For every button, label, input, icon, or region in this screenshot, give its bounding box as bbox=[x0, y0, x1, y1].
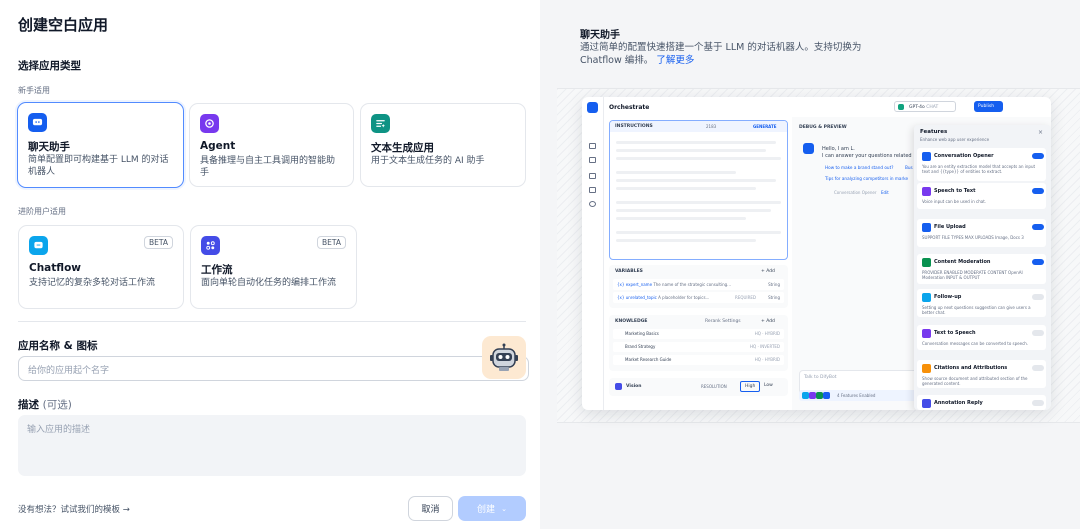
preview-mockup: Orchestrate GPT-4o CHAT Publish INSTRUCT… bbox=[582, 97, 1051, 410]
openai-icon bbox=[898, 104, 904, 110]
card-desc: 用于文本生成任务的 AI 助手 bbox=[371, 156, 485, 166]
app-type-card-chatbot[interactable]: 聊天助手 简单配置即可构建基于 LLM 的对话机器人 bbox=[17, 102, 184, 188]
card-name: 聊天助手 bbox=[28, 141, 70, 153]
card-name: 工作流 bbox=[201, 264, 233, 276]
chatflow-icon bbox=[29, 236, 48, 255]
mock-sidebar bbox=[582, 97, 604, 410]
preview-desc: 通过简单的配置快速搭建一个基于 LLM 的对话机器人。支持切换为 Chatflo… bbox=[580, 42, 862, 66]
nav-icon bbox=[589, 143, 596, 149]
mock-variables-label: VARIABLES bbox=[615, 269, 643, 274]
app-type-card-chatflow[interactable]: BETA Chatflow 支持记忆的复杂多轮对话工作流 bbox=[18, 225, 184, 309]
app-type-card-agent[interactable]: Agent 具备推理与自主工具调用的智能助手 bbox=[189, 103, 354, 187]
app-type-card-workflow[interactable]: BETA 工作流 面向单轮自动化任务的编排工作流 bbox=[190, 225, 357, 309]
nav-icon bbox=[589, 187, 596, 193]
mock-features-panel: Features Enhance web app user experience… bbox=[914, 125, 1051, 410]
mock-knowledge: KNOWLEDGE Rerank Settings + Add Marketin… bbox=[609, 315, 788, 371]
mock-add: + Add bbox=[761, 269, 775, 274]
learn-more-link[interactable]: 了解更多 bbox=[656, 55, 694, 66]
preview-title: 聊天助手 bbox=[580, 30, 620, 41]
app-type-card-text-generator[interactable]: 文本生成应用 用于文本生成任务的 AI 助手 bbox=[360, 103, 526, 187]
create-app-form: 创建空白应用 选择应用类型 新手适用 聊天助手 简单配置即可构建基于 LLM 的… bbox=[0, 0, 540, 529]
card-desc: 简单配置即可构建基于 LLM 的对话机器人 bbox=[28, 155, 169, 177]
mock-count: 2183 bbox=[706, 124, 717, 129]
mock-generate: GENERATE bbox=[753, 124, 777, 129]
name-icon-label: 应用名称 & 图标 bbox=[18, 340, 98, 352]
app-desc-textarea[interactable]: 输入应用的描述 bbox=[18, 415, 526, 476]
app-desc-placeholder: 输入应用的描述 bbox=[27, 425, 91, 435]
template-link[interactable]: 没有想法？试试我们的模板 → bbox=[18, 503, 130, 515]
nav-icon bbox=[589, 157, 596, 163]
app-type-label: 选择应用类型 bbox=[18, 60, 81, 72]
robot-icon bbox=[490, 343, 518, 371]
mock-instructions: INSTRUCTIONS 2183 GENERATE bbox=[609, 120, 788, 260]
agent-icon bbox=[200, 114, 219, 133]
card-name: Agent bbox=[200, 140, 236, 152]
card-desc: 支持记忆的复杂多轮对话工作流 bbox=[29, 278, 156, 288]
mock-add: + Add bbox=[761, 319, 775, 324]
beta-badge: BETA bbox=[143, 236, 173, 249]
advanced-label: 进阶用户适用 bbox=[18, 207, 66, 216]
desc-label: 描述 (可选) bbox=[18, 399, 72, 411]
mock-instructions-label: INSTRUCTIONS bbox=[615, 124, 653, 129]
mock-model-select: GPT-4o CHAT bbox=[894, 101, 956, 112]
card-desc: 具备推理与自主工具调用的智能助手 bbox=[200, 156, 336, 178]
card-name: Chatflow bbox=[29, 262, 81, 274]
cancel-button[interactable]: 取消 bbox=[408, 496, 453, 521]
page-title: 创建空白应用 bbox=[18, 16, 109, 34]
create-label: 创建 bbox=[477, 505, 496, 515]
mock-orchestrate: Orchestrate bbox=[609, 104, 650, 111]
app-name-input[interactable]: 给你的应用起个名字 bbox=[18, 356, 529, 381]
app-icon-picker[interactable] bbox=[482, 336, 526, 379]
card-name: 文本生成应用 bbox=[371, 142, 434, 154]
chat-bubble-icon bbox=[28, 113, 47, 132]
beginner-label: 新手适用 bbox=[18, 86, 50, 95]
mock-publish-button: Publish bbox=[974, 101, 1003, 112]
divider bbox=[18, 321, 526, 322]
chevron-down-icon: ⌄ bbox=[501, 504, 507, 513]
app-name-placeholder: 给你的应用起个名字 bbox=[28, 366, 110, 376]
beta-badge: BETA bbox=[316, 236, 346, 249]
app-icon bbox=[587, 102, 598, 113]
workflow-icon bbox=[201, 236, 220, 255]
text-gen-icon bbox=[371, 114, 390, 133]
mock-knowledge-label: KNOWLEDGE bbox=[615, 319, 648, 324]
nav-icon bbox=[589, 173, 596, 179]
mock-variables: VARIABLES + Add {x} expert_name The name… bbox=[609, 265, 788, 308]
mock-vision: Vision RESOLUTION High Low bbox=[609, 378, 788, 396]
card-desc: 面向单轮自动化任务的编排工作流 bbox=[201, 278, 337, 288]
mock-rerank: Rerank Settings bbox=[705, 319, 741, 324]
desc-optional: (可选) bbox=[42, 399, 72, 411]
nav-icon bbox=[589, 201, 596, 207]
create-button[interactable]: 创建 ⌄ bbox=[458, 496, 526, 521]
